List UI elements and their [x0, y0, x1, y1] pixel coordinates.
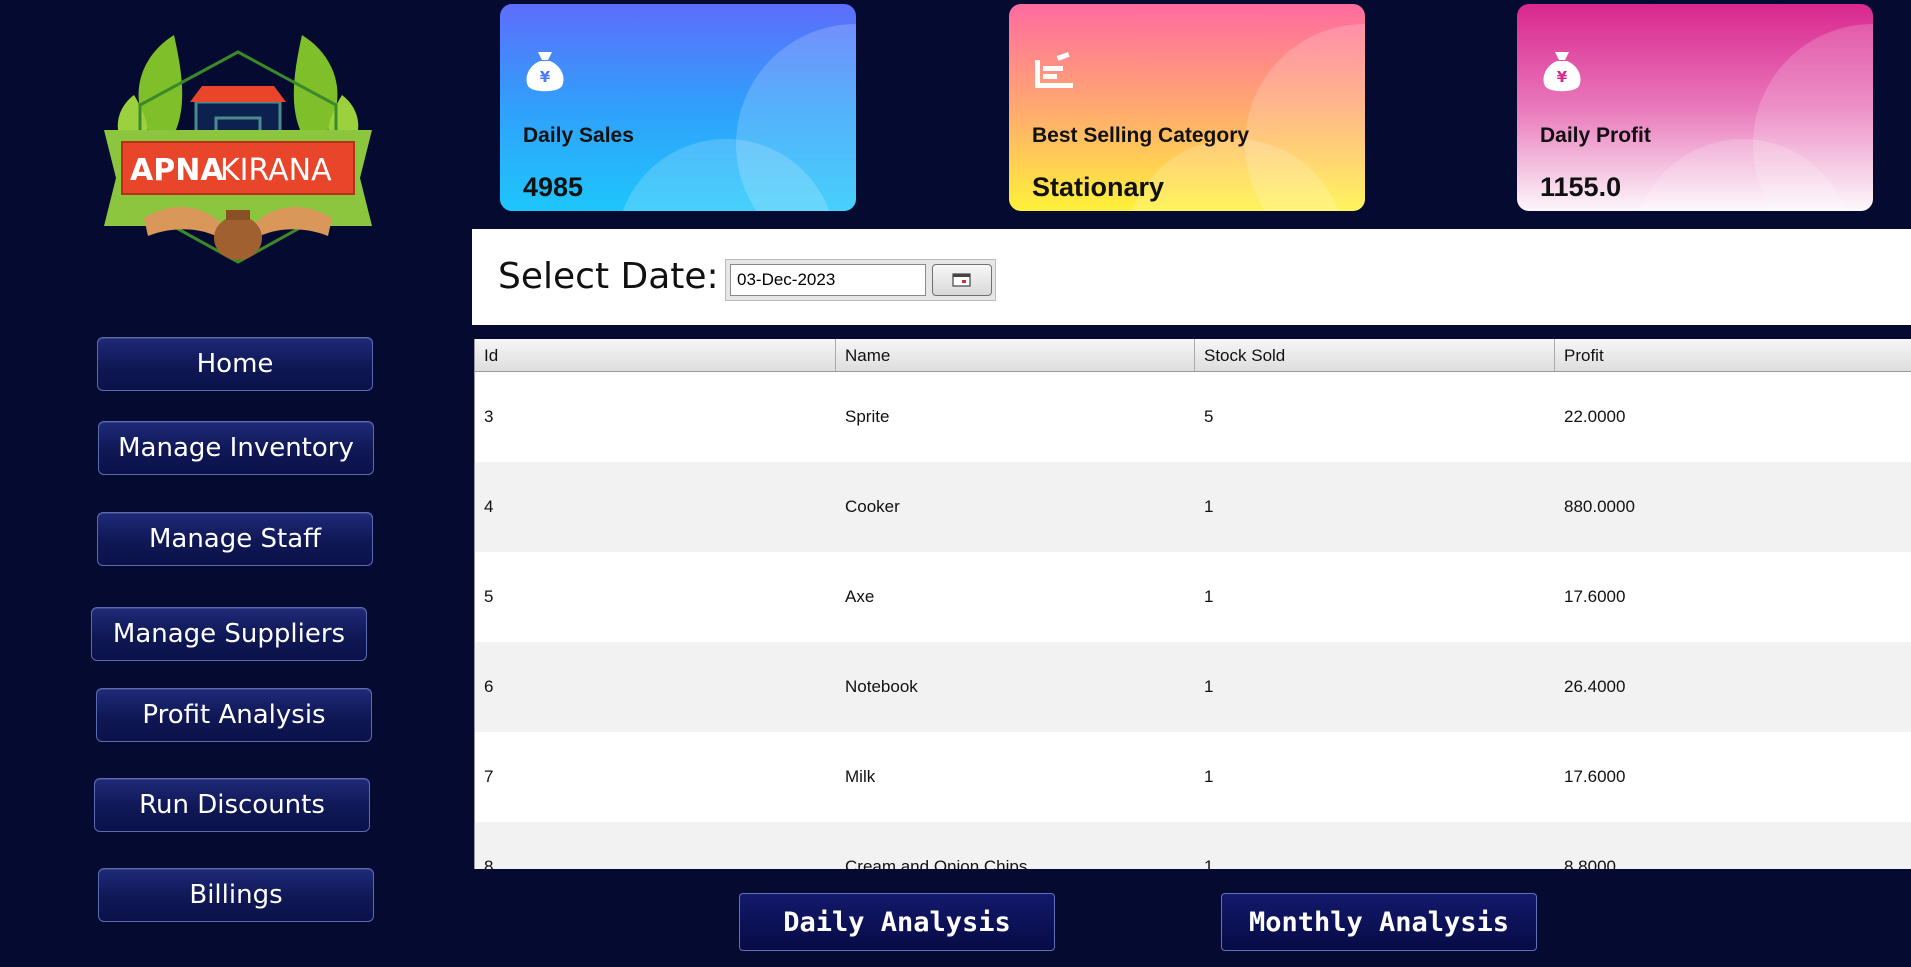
daily-profit-card: ¥ Daily Profit 1155.0: [1517, 4, 1873, 211]
cell-profit: 880.0000: [1564, 497, 1635, 516]
column-header-profit[interactable]: Profit: [1555, 339, 1911, 371]
logo-text-apna: APNA: [130, 153, 224, 188]
logo-text-kirana: KIRANA: [220, 153, 332, 188]
sidebar-item-billings[interactable]: Billings: [98, 868, 374, 922]
cell-stock-sold: 5: [1204, 407, 1214, 426]
column-header-stock-sold[interactable]: Stock Sold: [1195, 339, 1555, 371]
table-row[interactable]: 3 Sprite 5 22.0000: [475, 372, 1911, 462]
daily-profit-value: 1155.0: [1540, 172, 1622, 202]
table-row[interactable]: 6 Notebook 1 26.4000: [475, 642, 1911, 732]
monthly-analysis-button[interactable]: Monthly Analysis: [1221, 893, 1537, 951]
cell-name: Cooker: [845, 497, 900, 516]
daily-sales-label: Daily Sales: [523, 124, 634, 147]
money-bag-icon: ¥: [526, 52, 564, 92]
daily-profit-label: Daily Profit: [1540, 124, 1651, 147]
cell-name: Sprite: [845, 407, 890, 426]
table-row[interactable]: 5 Axe 1 17.6000: [475, 552, 1911, 642]
svg-text:¥: ¥: [540, 68, 551, 86]
table-row[interactable]: 4 Cooker 1 880.0000: [475, 462, 1911, 552]
table-row[interactable]: 8 Cream and Onion Chips 1 8.8000: [475, 822, 1911, 869]
best-selling-category-label: Best Selling Category: [1032, 124, 1250, 147]
cell-id: 3: [484, 407, 494, 426]
cell-name: Axe: [845, 587, 875, 606]
cell-profit: 22.0000: [1564, 407, 1626, 426]
column-header-id[interactable]: Id: [475, 339, 836, 371]
cell-id: 8: [484, 857, 494, 869]
table-row[interactable]: 7 Milk 1 17.6000: [475, 732, 1911, 822]
cell-id: 7: [484, 767, 494, 786]
best-selling-category-value: Stationary: [1032, 172, 1165, 202]
daily-analysis-button[interactable]: Daily Analysis: [739, 893, 1055, 951]
cell-id: 4: [484, 497, 494, 516]
sales-table[interactable]: Id Name Stock Sold Profit 3 Sprite 5 22.…: [474, 339, 1911, 869]
table-body: 3 Sprite 5 22.0000 4 Cooker 1 880.0000 5…: [475, 372, 1911, 869]
cell-profit: 8.8000: [1564, 857, 1616, 869]
cell-name: Milk: [845, 767, 876, 786]
select-date-label: Select Date:: [498, 256, 719, 297]
calendar-icon: [952, 273, 971, 287]
calendar-button[interactable]: [932, 264, 992, 296]
sidebar-item-manage-inventory[interactable]: Manage Inventory: [98, 421, 374, 475]
money-bag-icon: ¥: [1543, 52, 1581, 92]
sidebar-item-run-discounts[interactable]: Run Discounts: [94, 778, 370, 832]
cell-profit: 17.6000: [1564, 587, 1626, 606]
date-input[interactable]: [730, 264, 926, 296]
daily-sales-value: 4985: [523, 172, 584, 202]
cell-id: 5: [484, 587, 494, 606]
apnakirana-logo: APNA KIRANA: [104, 35, 372, 264]
svg-text:¥: ¥: [1557, 68, 1568, 86]
cell-id: 6: [484, 677, 494, 696]
cell-name: Notebook: [845, 677, 918, 696]
cell-profit: 26.4000: [1564, 677, 1626, 696]
bar-chart-icon: [1035, 52, 1073, 88]
cell-stock-sold: 1: [1204, 497, 1214, 516]
daily-sales-card: ¥ Daily Sales 4985: [500, 4, 856, 211]
sidebar-item-manage-suppliers[interactable]: Manage Suppliers: [91, 607, 367, 661]
date-picker: [725, 259, 996, 301]
cell-stock-sold: 1: [1204, 587, 1214, 606]
date-select-panel: Select Date:: [472, 229, 1911, 325]
column-header-name[interactable]: Name: [836, 339, 1195, 371]
sidebar-item-home[interactable]: Home: [97, 337, 373, 391]
cell-profit: 17.6000: [1564, 767, 1626, 786]
best-selling-category-card: Best Selling Category Stationary: [1009, 4, 1365, 211]
cell-stock-sold: 1: [1204, 677, 1214, 696]
table-header: Id Name Stock Sold Profit: [475, 339, 1911, 372]
sidebar-item-profit-analysis[interactable]: Profit Analysis: [96, 688, 372, 742]
cell-name: Cream and Onion Chips: [845, 857, 1028, 869]
cell-stock-sold: 1: [1204, 767, 1214, 786]
cell-stock-sold: 1: [1204, 857, 1214, 869]
sidebar-item-manage-staff[interactable]: Manage Staff: [97, 512, 373, 566]
